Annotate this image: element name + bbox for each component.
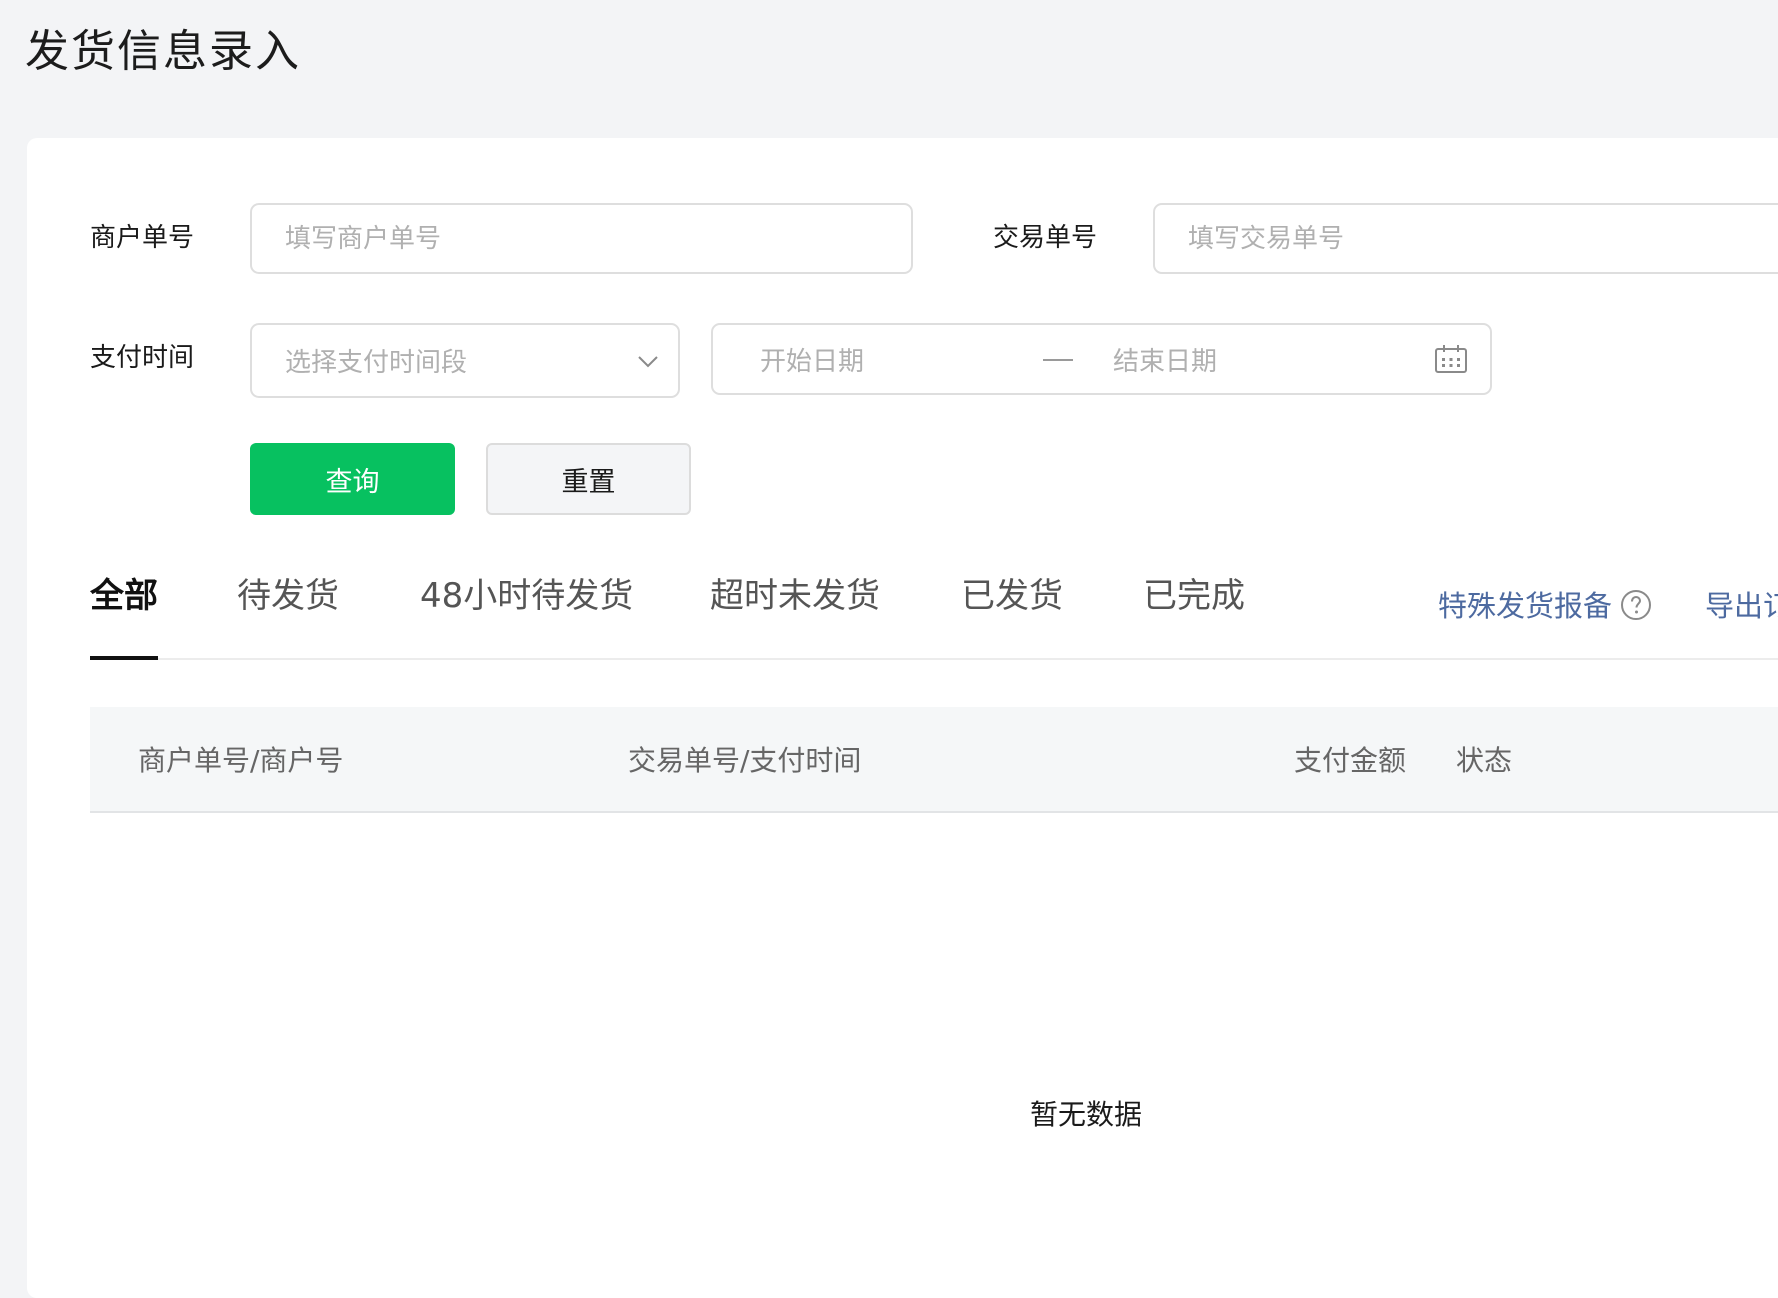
- special-report-link[interactable]: 特殊发货报备: [1438, 586, 1612, 626]
- start-date-input[interactable]: 开始日期: [760, 341, 864, 378]
- tab-completed[interactable]: 已完成: [1143, 572, 1245, 620]
- export-orders-link[interactable]: 导出订: [1705, 586, 1778, 626]
- end-date-input[interactable]: 结束日期: [1113, 341, 1217, 378]
- pay-time-label: 支付时间: [90, 343, 195, 373]
- question-circle-icon[interactable]: [1620, 589, 1652, 621]
- tab-all[interactable]: 全部: [90, 572, 158, 620]
- tab-48h-pending[interactable]: 48小时待发货: [420, 572, 633, 620]
- column-merchant-order: 商户单号/商户号: [138, 744, 344, 777]
- chevron-down-icon: [638, 355, 658, 367]
- date-range-picker[interactable]: 开始日期 结束日期: [711, 323, 1492, 395]
- merchant-order-label: 商户单号: [90, 223, 195, 253]
- calendar-icon: [1435, 345, 1467, 373]
- empty-state-text: 暂无数据: [1030, 1098, 1143, 1131]
- column-status: 状态: [1456, 744, 1513, 777]
- date-range-separator: [1043, 359, 1073, 361]
- pay-time-select-placeholder: 选择支付时间段: [285, 348, 468, 378]
- tab-shipped[interactable]: 已发货: [961, 572, 1063, 620]
- transaction-order-input[interactable]: [1153, 203, 1778, 274]
- query-button[interactable]: 查询: [250, 443, 455, 515]
- active-tab-indicator: [90, 656, 158, 660]
- table-header: 商户单号/商户号 交易单号/支付时间 支付金额 状态: [90, 707, 1778, 813]
- column-pay-amount: 支付金额: [1294, 744, 1407, 777]
- pay-time-range-select[interactable]: 选择支付时间段: [250, 323, 680, 398]
- page-title: 发货信息录入: [25, 26, 301, 77]
- tab-overdue[interactable]: 超时未发货: [710, 572, 880, 620]
- transaction-order-label: 交易单号: [993, 223, 1098, 253]
- reset-button[interactable]: 重置: [486, 443, 691, 515]
- merchant-order-input[interactable]: [250, 203, 913, 274]
- tab-pending-shipment[interactable]: 待发货: [237, 572, 339, 620]
- tabs-divider: [90, 658, 1778, 660]
- column-transaction-order: 交易单号/支付时间: [628, 744, 862, 777]
